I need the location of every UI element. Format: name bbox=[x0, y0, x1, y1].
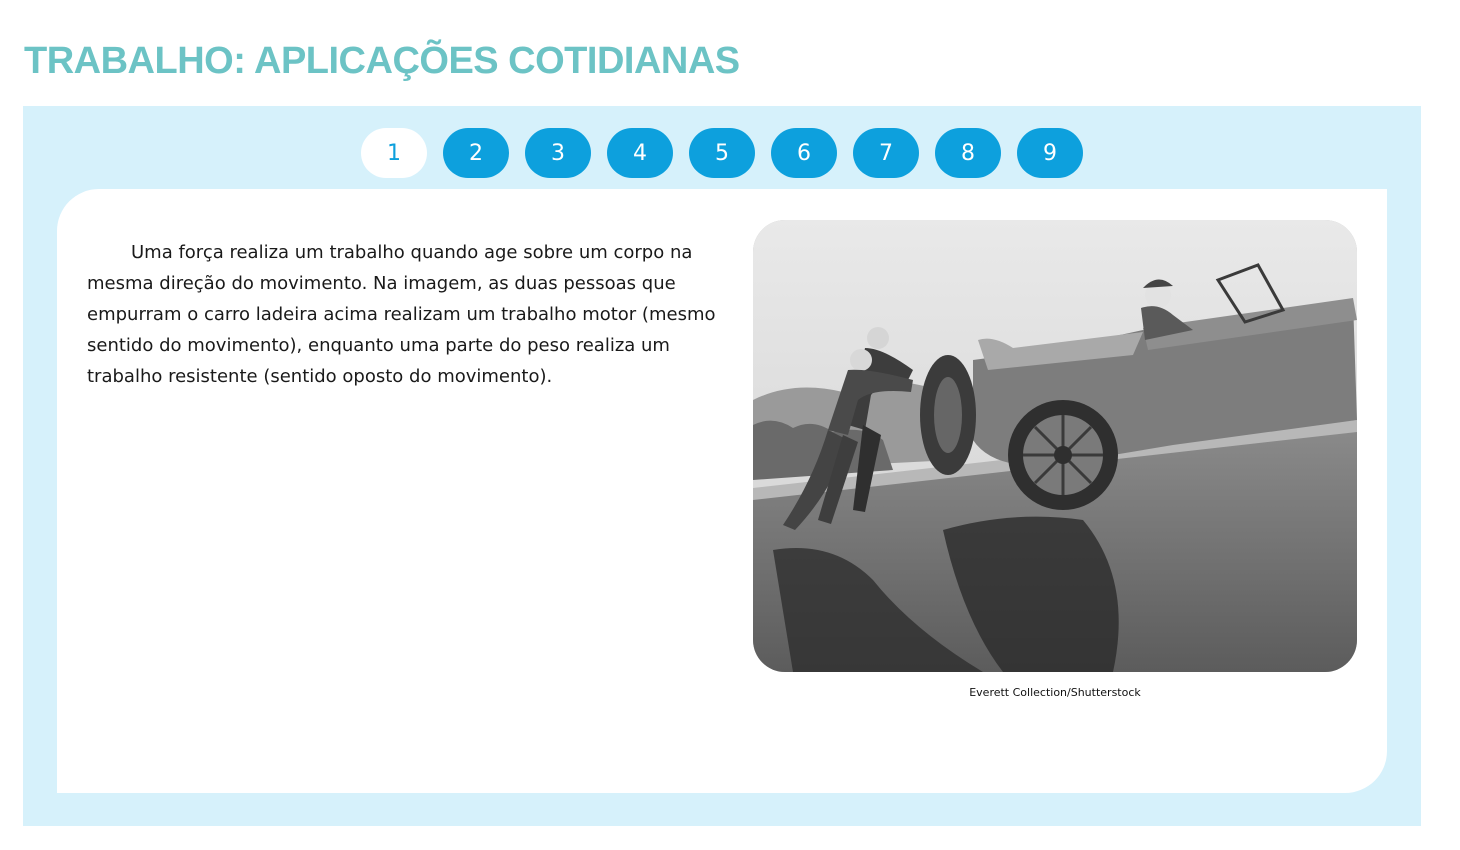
body-paragraph: Uma força realiza um trabalho quando age… bbox=[87, 242, 716, 387]
car-pushing-photo bbox=[753, 220, 1357, 672]
page-button-6[interactable]: 6 bbox=[771, 128, 837, 178]
page-title: TRABALHO: APLICAÇÕES COTIDIANAS bbox=[24, 40, 740, 82]
page-button-8[interactable]: 8 bbox=[935, 128, 1001, 178]
page-button-3[interactable]: 3 bbox=[525, 128, 591, 178]
content-card: Uma força realiza um trabalho quando age… bbox=[57, 189, 1387, 793]
page-button-1[interactable]: 1 bbox=[361, 128, 427, 178]
page-button-4[interactable]: 4 bbox=[607, 128, 673, 178]
page-button-7[interactable]: 7 bbox=[853, 128, 919, 178]
image-credit: Everett Collection/Shutterstock bbox=[969, 686, 1141, 699]
content-panel: 1 2 3 4 5 6 7 8 9 Uma força realiza um t… bbox=[23, 106, 1421, 826]
page-button-2[interactable]: 2 bbox=[443, 128, 509, 178]
page-navigation: 1 2 3 4 5 6 7 8 9 bbox=[23, 128, 1421, 178]
page-button-5[interactable]: 5 bbox=[689, 128, 755, 178]
page-button-9[interactable]: 9 bbox=[1017, 128, 1083, 178]
